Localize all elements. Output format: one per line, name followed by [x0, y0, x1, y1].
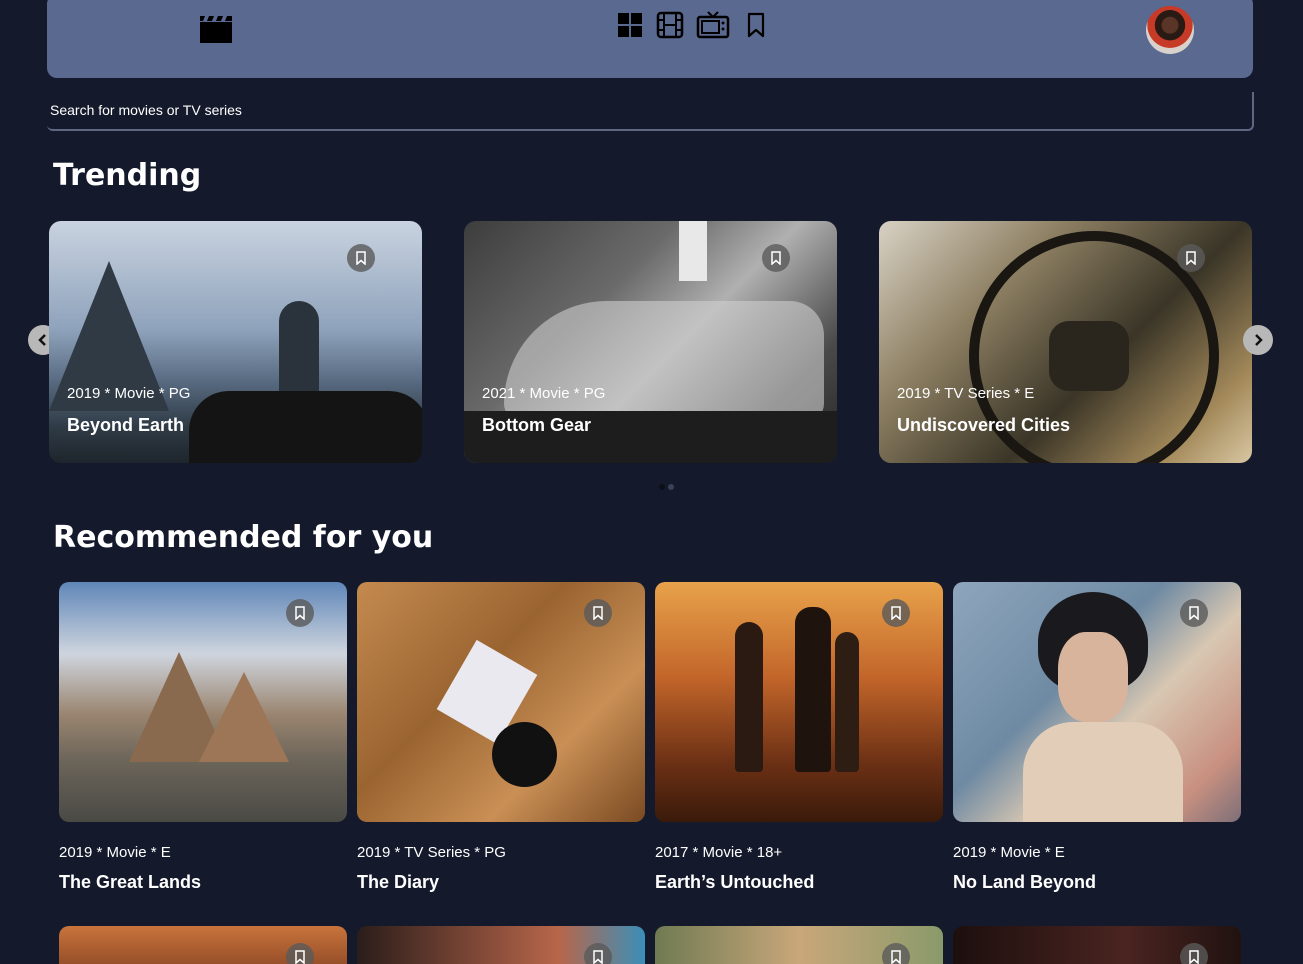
- trending-card[interactable]: 2019 * TV Series * E Undiscovered Cities: [879, 221, 1252, 463]
- bookmark-icon: [771, 251, 781, 265]
- card-artwork: [1058, 632, 1128, 722]
- card-meta: 2017 * Movie * 18+: [655, 844, 783, 861]
- card-thumbnail[interactable]: [59, 926, 347, 964]
- bookmark-icon: [593, 606, 603, 620]
- card-artwork: [199, 672, 289, 762]
- card-title: Beyond Earth: [67, 415, 185, 435]
- bookmark-button[interactable]: [584, 599, 612, 627]
- carousel-next-button[interactable]: [1243, 325, 1273, 355]
- card-meta: 2019 * Movie * E: [953, 844, 1065, 861]
- bookmark-button[interactable]: [882, 943, 910, 964]
- recommended-card[interactable]: [655, 926, 943, 964]
- card-meta: 2021 * Movie * PG: [482, 385, 606, 402]
- card-title: Earth’s Untouched: [655, 872, 815, 892]
- search-bar: [47, 92, 1254, 131]
- bookmark-icon[interactable]: [741, 10, 771, 40]
- bookmark-icon: [1189, 950, 1199, 964]
- card-artwork: [1023, 722, 1183, 822]
- bookmark-icon: [593, 950, 603, 964]
- card-thumbnail[interactable]: [953, 926, 1241, 964]
- recommended-card[interactable]: 2019 * Movie * E The Great Lands: [59, 582, 347, 892]
- user-avatar[interactable]: [1146, 6, 1194, 54]
- carousel-dot[interactable]: [659, 484, 665, 490]
- bookmark-button[interactable]: [1180, 599, 1208, 627]
- card-title: Bottom Gear: [482, 415, 592, 435]
- bookmark-icon: [891, 950, 901, 964]
- trending-card[interactable]: 2019 * Movie * PG Beyond Earth: [49, 221, 422, 463]
- card-artwork: [795, 607, 831, 772]
- card-meta: 2019 * TV Series * E: [897, 385, 1035, 402]
- top-navbar: [47, 0, 1253, 78]
- recommended-card[interactable]: [357, 926, 645, 964]
- card-thumbnail[interactable]: [655, 582, 943, 822]
- trending-heading: Trending: [53, 158, 202, 193]
- bookmark-icon: [1186, 251, 1196, 265]
- card-thumbnail[interactable]: [357, 582, 645, 822]
- carousel-dot[interactable]: [668, 484, 674, 490]
- bookmark-icon: [295, 950, 305, 964]
- card-artwork: [1049, 321, 1129, 391]
- card-artwork: [492, 722, 557, 787]
- chevron-right-icon: [1255, 334, 1263, 346]
- bookmark-button[interactable]: [882, 599, 910, 627]
- recommended-heading: Recommended for you: [53, 520, 434, 555]
- card-title: No Land Beyond: [953, 872, 1096, 892]
- bookmark-icon: [1189, 606, 1199, 620]
- card-thumbnail[interactable]: [59, 582, 347, 822]
- recommended-card[interactable]: 2019 * Movie * E No Land Beyond: [953, 582, 1241, 892]
- card-thumbnail[interactable]: [357, 926, 645, 964]
- bookmark-button[interactable]: [1180, 943, 1208, 964]
- bookmark-icon: [295, 606, 305, 620]
- card-artwork: [735, 622, 763, 772]
- carousel-dots: [659, 484, 674, 490]
- nav-icon-group: [615, 10, 771, 40]
- film-icon[interactable]: [655, 10, 685, 40]
- card-meta: 2019 * Movie * E: [59, 844, 171, 861]
- chevron-left-icon: [38, 334, 46, 346]
- card-artwork: [279, 301, 319, 401]
- bookmark-button[interactable]: [286, 943, 314, 964]
- recommended-card[interactable]: 2019 * TV Series * PG The Diary: [357, 582, 645, 892]
- grid-icon[interactable]: [615, 10, 645, 40]
- recommended-card[interactable]: [953, 926, 1241, 964]
- card-thumbnail[interactable]: [655, 926, 943, 964]
- recommended-card[interactable]: [59, 926, 347, 964]
- trending-card[interactable]: 2021 * Movie * PG Bottom Gear: [464, 221, 837, 463]
- film-clapper-icon[interactable]: [199, 14, 233, 44]
- card-artwork: [835, 632, 859, 772]
- bookmark-icon: [356, 251, 366, 265]
- card-artwork: [504, 301, 824, 421]
- bookmark-button[interactable]: [762, 244, 790, 272]
- bookmark-button[interactable]: [286, 599, 314, 627]
- tv-icon[interactable]: [695, 10, 731, 40]
- card-artwork: [679, 221, 707, 281]
- card-thumbnail[interactable]: [953, 582, 1241, 822]
- search-input[interactable]: [50, 102, 1230, 118]
- bookmark-icon: [891, 606, 901, 620]
- card-title: The Great Lands: [59, 872, 202, 892]
- card-title: Undiscovered Cities: [897, 415, 1071, 435]
- bookmark-button[interactable]: [1177, 244, 1205, 272]
- card-title: The Diary: [357, 872, 440, 892]
- card-artwork: [189, 391, 422, 463]
- recommended-card[interactable]: 2017 * Movie * 18+ Earth’s Untouched: [655, 582, 943, 892]
- card-meta: 2019 * TV Series * PG: [357, 844, 506, 861]
- bookmark-button[interactable]: [347, 244, 375, 272]
- card-meta: 2019 * Movie * PG: [67, 385, 191, 402]
- bookmark-button[interactable]: [584, 943, 612, 964]
